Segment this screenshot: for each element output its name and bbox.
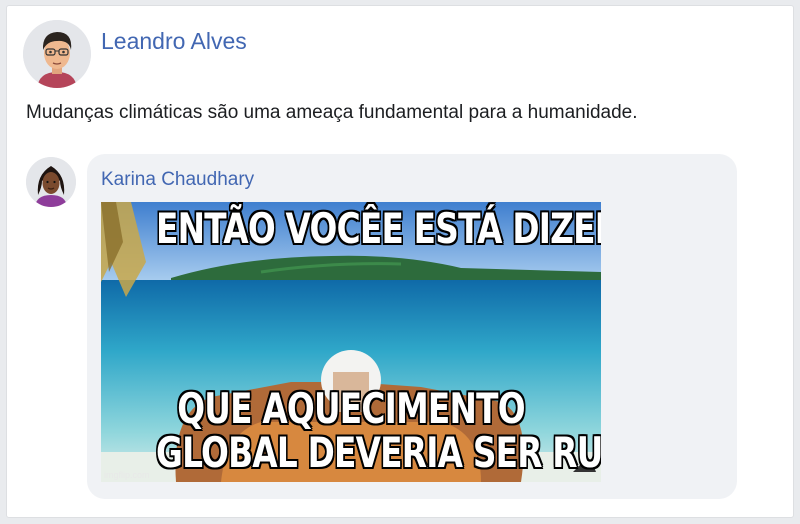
meme-bottom-text-line-2: GLOBAL DEVERIA SER RUIM [156, 428, 601, 477]
commenter-name[interactable]: Karina Chaudhary [101, 169, 254, 191]
author-name[interactable]: Leandro Alves [101, 28, 247, 55]
meme-top-text: ENTÃO VOCÊE ESTÁ DIZENDO [156, 204, 601, 253]
meme-bottom-text-line-1: QUE AQUECIMENTO [177, 384, 525, 433]
comment-bubble: Karina Chaudhary ENTÃO VOCÊE ESTÁ QUE AQ… [87, 154, 737, 499]
post-card: Leandro Alves Mudanças climáticas são um… [6, 5, 794, 518]
author-avatar[interactable] [23, 20, 91, 88]
post-text: Mudanças climáticas são uma ameaça funda… [26, 102, 638, 123]
imgflip-watermark: imgflip.com [104, 470, 150, 480]
meme-image[interactable]: ENTÃO VOCÊE ESTÁ DIZENDO QUE AQUECIMENTO… [101, 202, 601, 482]
commenter-avatar[interactable] [26, 157, 76, 207]
